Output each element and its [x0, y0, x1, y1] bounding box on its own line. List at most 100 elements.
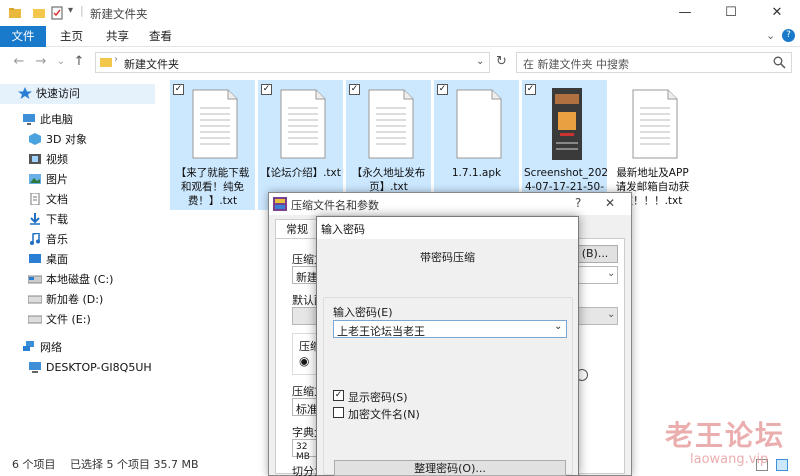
- text-file-icon: [632, 89, 678, 159]
- show-password-label: 显示密码(S): [348, 391, 408, 404]
- folder-icon: [100, 58, 112, 67]
- star-icon: [18, 87, 32, 99]
- breadcrumb-chevron-icon[interactable]: ›: [114, 54, 118, 65]
- tab-home[interactable]: 主页: [48, 26, 95, 47]
- forward-button[interactable]: →: [32, 53, 50, 71]
- sidebar-item-3d-objects[interactable]: 3D 对象: [0, 130, 155, 150]
- window-title: 新建文件夹: [90, 7, 148, 21]
- sidebar-item-downloads[interactable]: 下载: [0, 210, 155, 230]
- drive-icon: [28, 295, 42, 304]
- minimize-button[interactable]: —: [662, 0, 708, 26]
- music-icon: [30, 233, 40, 245]
- chevron-down-icon[interactable]: ⌄: [607, 309, 615, 320]
- file-item[interactable]: 最新地址及APP 请发邮箱自动获 取！！！.txt: [610, 80, 695, 210]
- film-icon: [29, 154, 41, 164]
- dialog-title: 压缩文件名和参数: [291, 199, 379, 212]
- help-icon[interactable]: ?: [782, 29, 795, 42]
- file-name: 【来了就能下载 和观看！纯免 费！】.txt: [175, 167, 250, 207]
- watermark-logo: 老王论坛: [665, 419, 786, 452]
- selection-checkbox[interactable]: ✓: [525, 84, 536, 95]
- refresh-icon[interactable]: ↻: [496, 54, 507, 69]
- maximize-button[interactable]: ☐: [708, 0, 754, 26]
- dialog-help-button[interactable]: ?: [575, 196, 581, 210]
- sidebar-item-videos[interactable]: 视频: [0, 150, 155, 170]
- navigation-pane: 快速访问 此电脑 3D 对象 视频 图片 文档 下载 音乐 桌面 本地磁盘 (C…: [0, 84, 155, 454]
- search-input[interactable]: 在 新建文件夹 中搜索: [516, 52, 792, 73]
- address-bar[interactable]: › 新建文件夹: [95, 52, 490, 73]
- password-group: 输入密码(E) 上老王论坛当老王 ⌄ ✓ 显示密码(S) 加密文件名(N) 整理…: [323, 297, 573, 476]
- chevron-down-icon[interactable]: ⌄: [554, 321, 562, 332]
- back-button[interactable]: ←: [10, 53, 28, 71]
- image-thumbnail-icon: [552, 88, 582, 160]
- sidebar-item-this-pc[interactable]: 此电脑: [0, 110, 155, 130]
- search-icon[interactable]: [773, 56, 786, 69]
- sidebar-item-quick-access[interactable]: 快速访问: [0, 84, 155, 104]
- dialog-title: 输入密码: [321, 223, 365, 236]
- download-icon: [30, 213, 40, 225]
- selection-checkbox[interactable]: ✓: [349, 84, 360, 95]
- dialog-heading: 带密码压缩: [420, 251, 475, 264]
- password-dialog: 输入密码 带密码压缩 输入密码(E) 上老王论坛当老王 ⌄ ✓ 显示密码(S) …: [316, 216, 579, 476]
- quick-access-dropdown-icon[interactable]: ▾: [68, 5, 73, 16]
- item-count: 6 个项目: [12, 458, 56, 471]
- dialog-close-button[interactable]: ✕: [605, 196, 615, 210]
- file-item[interactable]: ✓ 【来了就能下载 和观看！纯免 费！】.txt: [170, 80, 255, 210]
- drive-icon: [28, 275, 42, 284]
- tab-general[interactable]: 常规: [275, 219, 319, 239]
- file-item[interactable]: ✓ 【永久地址发布 页】.txt: [346, 80, 431, 210]
- text-file-icon: [280, 89, 326, 159]
- sidebar-item-drive-c[interactable]: 本地磁盘 (C:): [0, 270, 155, 290]
- large-icons-view-icon[interactable]: [776, 459, 788, 471]
- file-item[interactable]: ✓ 【论坛介绍】.txt: [258, 80, 343, 210]
- desktop-icon: [29, 254, 41, 263]
- recent-locations-button[interactable]: ⌄: [52, 53, 70, 71]
- up-button[interactable]: ↑: [70, 53, 88, 71]
- ribbon-tabs: 文件 主页 共享 查看 ⌄ ?: [0, 26, 800, 47]
- encrypt-names-checkbox[interactable]: [333, 407, 344, 418]
- selection-checkbox[interactable]: ✓: [261, 84, 272, 95]
- breadcrumb-current[interactable]: 新建文件夹: [124, 56, 179, 72]
- file-name: 【永久地址发布 页】.txt: [351, 167, 426, 193]
- organize-passwords-button[interactable]: 整理密码(O)...: [334, 460, 566, 476]
- address-dropdown-icon[interactable]: ⌄: [476, 56, 484, 67]
- computer-icon: [23, 114, 35, 125]
- watermark-domain: laowang.vip: [690, 452, 769, 467]
- sidebar-item-desktop-host[interactable]: DESKTOP-GI8Q5UH: [0, 358, 155, 378]
- selection-checkbox[interactable]: ✓: [173, 84, 184, 95]
- sidebar-item-network[interactable]: 网络: [0, 338, 155, 358]
- winrar-icon: [273, 197, 287, 211]
- properties-icon[interactable]: [50, 6, 64, 20]
- blank-file-icon: [456, 89, 502, 159]
- tab-share[interactable]: 共享: [94, 26, 141, 47]
- file-item[interactable]: ✓ 1.7.1.apk: [434, 80, 519, 210]
- sidebar-item-music[interactable]: 音乐: [0, 230, 155, 250]
- computer-icon: [29, 362, 41, 373]
- chevron-down-icon[interactable]: ⌄: [607, 268, 615, 279]
- ribbon-expand-icon[interactable]: ⌄: [766, 29, 775, 42]
- sidebar-item-desktop[interactable]: 桌面: [0, 250, 155, 270]
- tab-view[interactable]: 查看: [137, 26, 184, 47]
- dialog-title-bar: 压缩文件名和参数 ? ✕: [269, 193, 631, 215]
- selection-info: 已选择 5 个项目 35.7 MB: [70, 458, 199, 471]
- sidebar-item-pictures[interactable]: 图片: [0, 170, 155, 190]
- sidebar-item-drive-d[interactable]: 新加卷 (D:): [0, 290, 155, 310]
- selection-checkbox[interactable]: ✓: [437, 84, 448, 95]
- network-icon: [23, 341, 34, 351]
- show-password-checkbox[interactable]: ✓: [333, 390, 344, 401]
- file-name: 1.7.1.apk: [451, 167, 502, 179]
- document-icon: [30, 193, 40, 205]
- tab-file[interactable]: 文件: [0, 26, 46, 47]
- password-input[interactable]: 上老王论坛当老王 ⌄: [333, 320, 567, 338]
- search-placeholder: 在 新建文件夹 中搜索: [523, 58, 629, 71]
- radio-rar-icon[interactable]: ◉: [299, 354, 309, 368]
- file-item[interactable]: ✓ Screenshot_202 4-07-17-21-50-: [522, 80, 609, 210]
- sidebar-item-documents[interactable]: 文档: [0, 190, 155, 210]
- close-button[interactable]: ✕: [754, 0, 800, 26]
- file-name: Screenshot_202 4-07-17-21-50-: [524, 167, 609, 193]
- cube-icon: [29, 133, 41, 145]
- drive-icon: [28, 315, 42, 324]
- address-row: ← → ⌄ ↑ › 新建文件夹 ⌄ ↻ 在 新建文件夹 中搜索: [0, 47, 800, 77]
- text-file-icon: [192, 89, 238, 159]
- quick-access-folder-icon[interactable]: [32, 6, 46, 20]
- sidebar-item-drive-e[interactable]: 文件 (E:): [0, 310, 155, 330]
